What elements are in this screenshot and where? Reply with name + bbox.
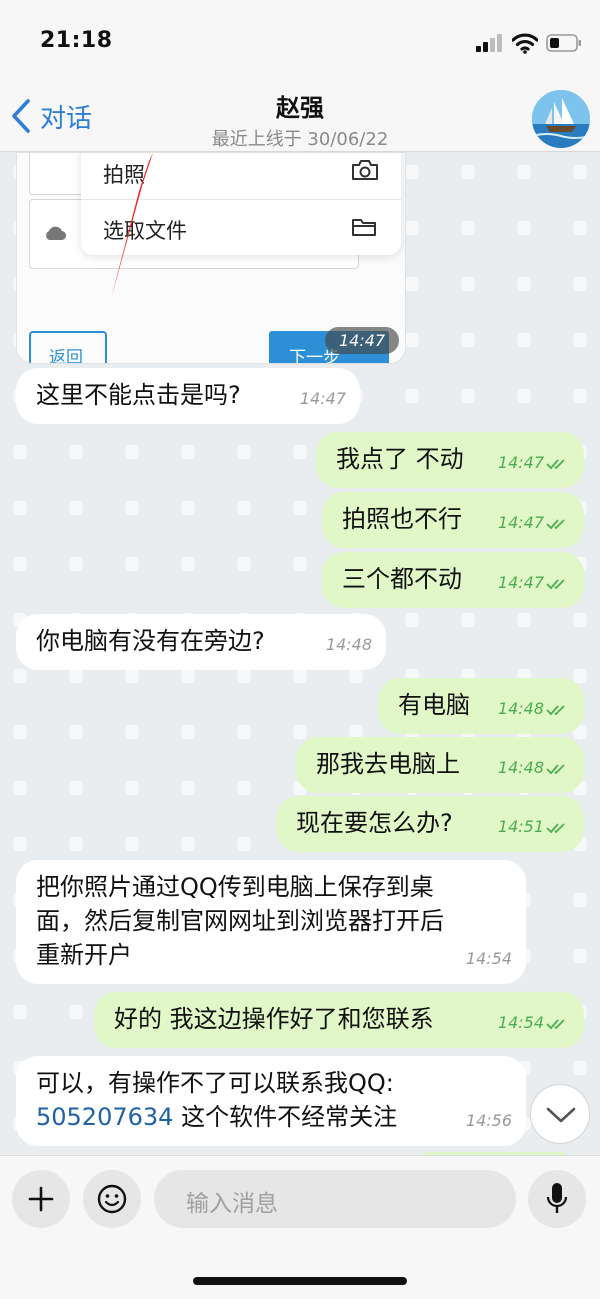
message-time: 14:56 bbox=[465, 1111, 512, 1130]
emoji-button[interactable] bbox=[83, 1170, 141, 1228]
last-seen-status: 最近上线于 30/06/22 bbox=[211, 129, 389, 150]
message-text: 三个都不动 bbox=[342, 565, 462, 593]
avatar[interactable] bbox=[532, 90, 590, 148]
message-text: 好的 我这边操作好了和您联系 bbox=[114, 1005, 434, 1033]
image-back-button: 返回 bbox=[29, 331, 107, 363]
back-button[interactable]: 对话 bbox=[10, 96, 92, 136]
double-check-icon bbox=[546, 578, 565, 589]
message-outgoing[interactable]: 现在要怎么办? 14:51 bbox=[276, 796, 584, 852]
chevron-left-icon bbox=[12, 99, 30, 133]
voice-message-button[interactable] bbox=[528, 1170, 586, 1228]
message-meta: 14:48 bbox=[498, 692, 570, 726]
message-time: 14:48 bbox=[497, 758, 544, 777]
message-time: 14:47 bbox=[497, 573, 544, 592]
red-arrow-annotation-icon bbox=[111, 153, 153, 299]
status-time: 21:18 bbox=[40, 28, 113, 53]
message-incoming[interactable]: 把你照片通过QQ传到电脑上保存到桌 面，然后复制官网网址到浏览器打开后 重新开户… bbox=[16, 860, 526, 984]
message-text: 我点了 不动 bbox=[336, 445, 464, 473]
battery-icon bbox=[546, 34, 581, 52]
message-text: 有电脑 bbox=[398, 691, 470, 719]
status-bar: 21:18 bbox=[0, 0, 600, 88]
scroll-to-bottom-button[interactable] bbox=[530, 1084, 590, 1144]
message-text-line: 把你照片通过QQ传到电脑上保存到桌 bbox=[36, 873, 434, 901]
message-input-bar: 输入消息 bbox=[0, 1155, 600, 1299]
double-check-icon bbox=[546, 822, 565, 833]
double-check-icon bbox=[546, 763, 565, 774]
double-check-icon bbox=[546, 704, 565, 715]
message-text-line: 可以，有操作不了可以联系我QQ: bbox=[36, 1069, 394, 1097]
message-time: 14:47 bbox=[497, 513, 544, 532]
message-meta: 14:47 bbox=[498, 446, 570, 480]
wifi-icon bbox=[512, 33, 538, 54]
message-time: 14:47 bbox=[299, 389, 346, 408]
qq-number-link[interactable]: 505207634 bbox=[36, 1103, 173, 1131]
contact-name: 赵强 bbox=[276, 94, 324, 122]
cloud-upload-icon bbox=[46, 226, 66, 241]
chat-header: 对话 赵强 最近上线于 30/06/22 bbox=[0, 88, 600, 152]
message-meta: 14:47 bbox=[498, 566, 570, 600]
smiley-icon bbox=[97, 1184, 127, 1214]
message-text-line: 重新开户 bbox=[36, 941, 132, 969]
message-text: 现在要怎么办? bbox=[296, 809, 453, 837]
contact-info[interactable]: 赵强 最近上线于 30/06/22 bbox=[150, 88, 450, 151]
message-time: 14:47 bbox=[497, 453, 544, 472]
message-meta: 14:54 bbox=[498, 1006, 570, 1040]
message-text: 那我去电脑上 bbox=[316, 750, 460, 778]
cellular-signal-icon bbox=[476, 34, 502, 52]
back-label: 对话 bbox=[40, 103, 93, 134]
attach-button[interactable] bbox=[12, 1170, 70, 1228]
plus-icon bbox=[28, 1186, 54, 1212]
message-input-placeholder: 输入消息 bbox=[186, 1191, 278, 1217]
double-check-icon bbox=[546, 458, 565, 469]
message-text-line: 505207634 这个软件不经常关注 bbox=[36, 1100, 526, 1134]
sailing-ship-icon bbox=[532, 90, 590, 148]
chevron-down-icon bbox=[546, 1107, 576, 1123]
chat-messages-area[interactable]: 拍照 选取文件 返回 下一步 14:47 这里不能点击是吗? 14:47 我点了… bbox=[0, 152, 600, 1155]
message-text: 这里不能点击是吗? bbox=[36, 381, 241, 409]
image-message[interactable]: 拍照 选取文件 返回 下一步 14:47 bbox=[16, 152, 406, 364]
image-timestamp: 14:47 bbox=[325, 327, 400, 354]
message-time: 14:54 bbox=[465, 949, 512, 968]
message-meta: 14:48 bbox=[498, 751, 570, 785]
double-check-icon bbox=[546, 518, 565, 529]
message-time: 14:48 bbox=[325, 635, 372, 654]
message-input[interactable]: 输入消息 bbox=[154, 1170, 516, 1228]
microphone-icon bbox=[546, 1183, 568, 1213]
message-outgoing[interactable]: 三个都不动 14:47 bbox=[322, 552, 584, 608]
message-meta: 14:51 bbox=[498, 810, 570, 844]
message-time: 14:48 bbox=[497, 699, 544, 718]
message-text-line: 面，然后复制官网网址到浏览器打开后 bbox=[36, 907, 444, 935]
message-text: 这个软件不经常关注 bbox=[173, 1103, 398, 1131]
message-outgoing[interactable]: 我点了 不动 14:47 bbox=[316, 432, 584, 488]
message-meta: 14:47 bbox=[498, 506, 570, 540]
home-indicator bbox=[193, 1277, 407, 1285]
camera-icon bbox=[352, 160, 378, 180]
message-incoming[interactable]: 这里不能点击是吗? 14:47 bbox=[16, 368, 360, 424]
message-incoming[interactable]: 可以，有操作不了可以联系我QQ: 505207634 这个软件不经常关注 14:… bbox=[16, 1056, 526, 1146]
message-time: 14:54 bbox=[497, 1013, 544, 1032]
message-outgoing[interactable]: 好的 我这边操作好了和您联系 14:54 bbox=[94, 992, 584, 1048]
message-outgoing[interactable]: 有电脑 14:48 bbox=[378, 678, 584, 734]
message-outgoing[interactable]: 那我去电脑上 14:48 bbox=[296, 737, 584, 793]
message-time: 14:51 bbox=[497, 817, 544, 836]
message-outgoing[interactable]: 拍照也不行 14:47 bbox=[322, 492, 584, 548]
message-text: 拍照也不行 bbox=[342, 505, 462, 533]
double-check-icon bbox=[546, 1018, 565, 1029]
message-incoming[interactable]: 你电脑有没有在旁边? 14:48 bbox=[16, 614, 386, 670]
folder-icon bbox=[352, 219, 376, 236]
message-text: 你电脑有没有在旁边? bbox=[36, 627, 265, 655]
